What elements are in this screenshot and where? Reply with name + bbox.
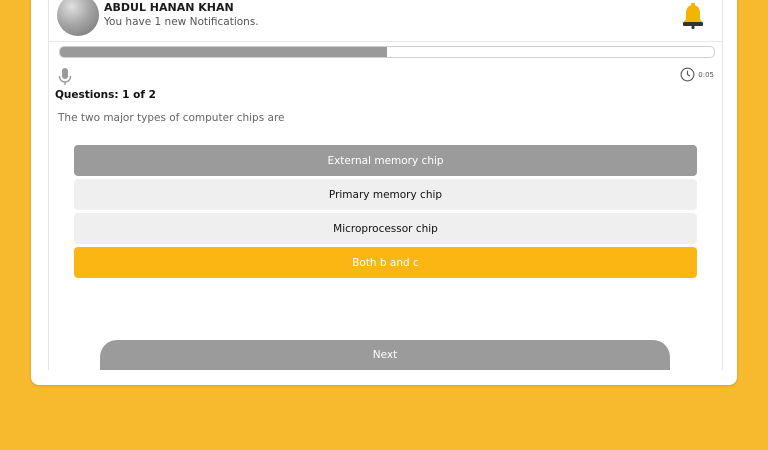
question-number: Questions: 1 of 2	[55, 89, 156, 101]
quiz-card: ABDUL HANAN KHAN You have 1 new Notifica…	[31, 0, 737, 385]
timer: 0:05	[680, 67, 714, 82]
quiz-progress-bar	[59, 46, 715, 58]
clock-icon	[680, 67, 695, 82]
timer-value: 0:05	[698, 70, 714, 79]
microphone-icon[interactable]	[58, 68, 72, 86]
notification-text[interactable]: You have 1 new Notifications.	[104, 16, 259, 28]
avatar[interactable]	[57, 0, 99, 36]
option-b[interactable]: Primary memory chip	[74, 179, 697, 210]
option-a[interactable]: External memory chip	[74, 145, 697, 176]
answer-options: External memory chip Primary memory chip…	[74, 145, 697, 281]
quiz-panel: ABDUL HANAN KHAN You have 1 new Notifica…	[48, 0, 723, 370]
option-c[interactable]: Microprocessor chip	[74, 213, 697, 244]
user-name: ABDUL HANAN KHAN	[104, 1, 234, 14]
next-button[interactable]: Next	[100, 340, 670, 370]
user-header: ABDUL HANAN KHAN You have 1 new Notifica…	[49, 0, 722, 42]
option-d[interactable]: Both b and c	[74, 247, 697, 278]
progress-fill	[60, 47, 387, 57]
question-text: The two major types of computer chips ar…	[58, 112, 285, 124]
bell-icon[interactable]	[682, 3, 704, 29]
